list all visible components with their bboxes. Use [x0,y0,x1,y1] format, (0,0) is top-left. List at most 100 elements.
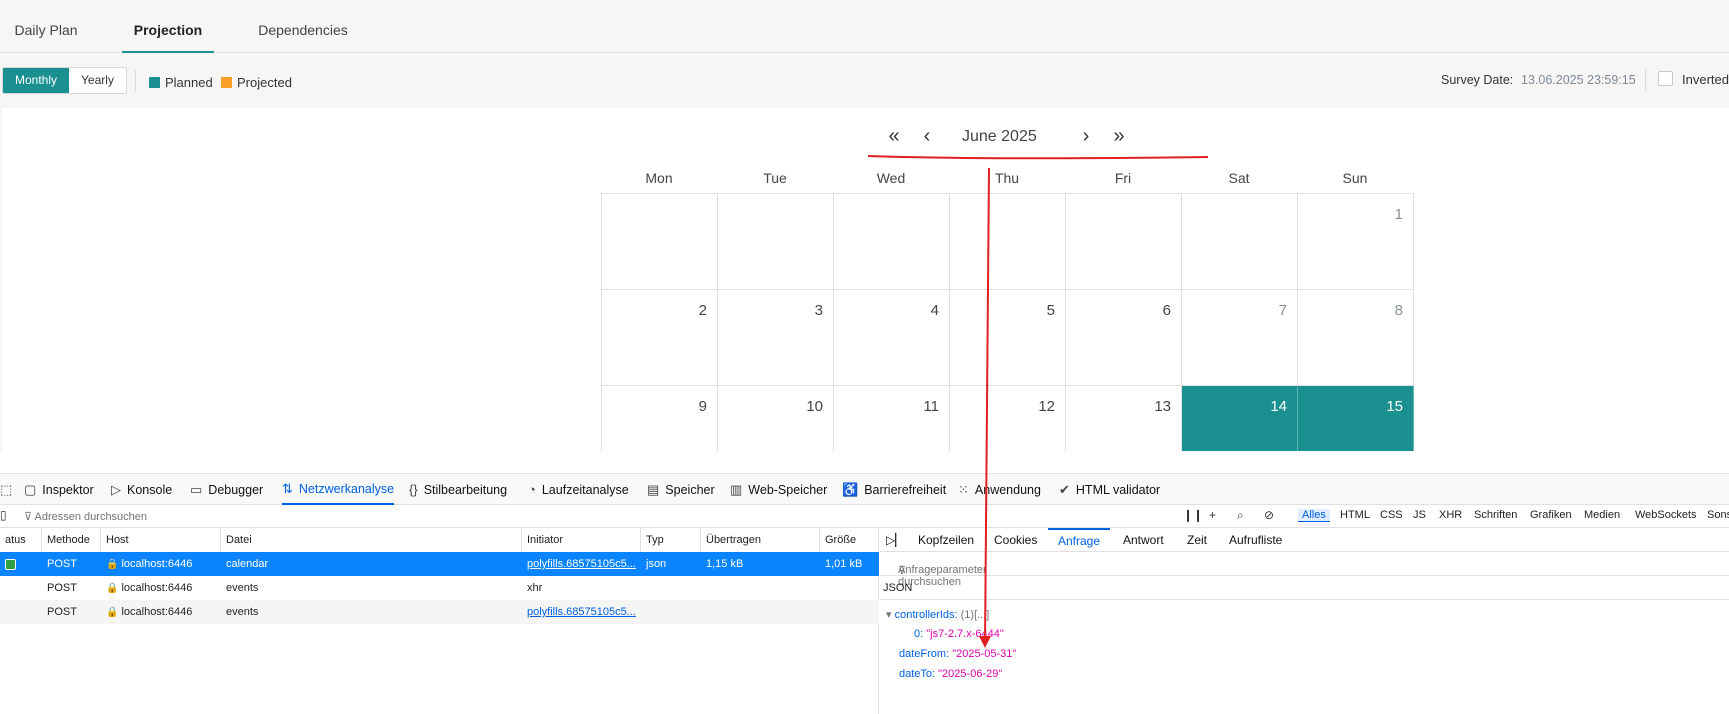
day-cell[interactable]: 5 [950,290,1066,386]
initiator-link[interactable]: polyfills.68575105c5... [522,600,641,624]
inverted-checkbox[interactable] [1658,71,1673,86]
element-picker-icon[interactable]: ⬚ [0,474,18,505]
day-cell[interactable]: 10 [718,386,834,451]
initiator-link[interactable]: polyfills.68575105c5... [522,552,641,576]
tab-netzwerkanalyse[interactable]: ⇅ Netzwerkanalyse [282,474,395,505]
day-cell[interactable]: 7 [1182,290,1298,386]
tab-barrierefreiheit[interactable]: ♿ Barrierefreiheit [842,474,946,505]
day-cell-planned[interactable]: 14 [1182,386,1298,451]
day-number: 1 [1394,206,1403,223]
storage-icon: ▥ [730,481,743,497]
tab-speicher[interactable]: ▤ Speicher [647,474,715,505]
block-icon[interactable]: ⊘ [1264,508,1274,522]
tab-debugger[interactable]: ▭ Debugger [190,474,263,505]
inverted-label: Inverted [1682,72,1729,87]
day-cell[interactable]: 9 [602,386,718,451]
tab-dependencies[interactable]: Dependencies [252,0,354,53]
tab-cookies[interactable]: Cookies [994,528,1037,552]
day-cell-planned[interactable]: 15 [1298,386,1414,451]
day-cell[interactable]: 6 [1066,290,1182,386]
json-row-date-to[interactable]: dateTo: "2025-06-29" [899,668,1002,680]
col-method[interactable]: Methode [42,528,101,552]
day-cell[interactable]: 8 [1298,290,1414,386]
prev-month-button[interactable]: ‹ [917,124,937,148]
tab-anwendung[interactable]: ⁙ Anwendung [958,474,1041,505]
next-year-button[interactable]: » [1109,124,1129,148]
filter-alles[interactable]: Alles [1298,509,1330,522]
day-cell[interactable] [602,194,718,290]
day-cell[interactable]: 13 [1066,386,1182,451]
day-cell[interactable] [834,194,950,290]
tab-label: Barrierefreiheit [864,482,947,497]
plus-icon[interactable]: + [1209,508,1216,522]
day-cell[interactable] [1182,194,1298,290]
tab-projection[interactable]: Projection [122,0,214,53]
filter-sonstige[interactable]: Sons [1703,509,1729,521]
tab-stilbearbeitung[interactable]: {} Stilbearbeitung [409,474,507,505]
yearly-button[interactable]: Yearly [69,68,126,93]
day-cell[interactable]: 1 [1298,194,1414,290]
day-cell[interactable]: 3 [718,290,834,386]
file-cell: calendar [226,558,269,570]
search-icon[interactable]: ⌕ [1237,508,1244,523]
filter-grafiken[interactable]: Grafiken [1526,509,1576,521]
day-cell[interactable]: 11 [834,386,950,451]
col-size[interactable]: Größe [820,528,879,552]
filter-js[interactable]: JS [1409,509,1430,521]
col-initiator[interactable]: Initiator [522,528,641,552]
tab-web-speicher[interactable]: ▥ Web-Speicher [730,474,827,505]
table-row[interactable]: POST 🔒 localhost:6446 events xhr [0,576,879,600]
day-cell[interactable]: 12 [950,386,1066,451]
trash-icon[interactable]: ▯ [0,508,7,522]
url-filter-input[interactable]: ⊽ Adressen durchsuchen [24,510,147,523]
planned-swatch [149,76,160,88]
day-cell[interactable]: 4 [834,290,950,386]
tab-laufzeitanalyse[interactable]: ◔ Laufzeitanalyse [528,474,629,505]
weekday-wed: Wed [876,170,906,186]
day-cell[interactable] [718,194,834,290]
lock-icon: 🔒 [106,559,119,570]
day-cell[interactable]: 2 [602,290,718,386]
survey-date-value: 13.06.2025 23:59:15 [1521,73,1636,87]
json-row-controller-ids[interactable]: ▾ controllerIds: (1)[...] [886,608,989,621]
filter-websockets[interactable]: WebSockets [1631,509,1701,521]
toggle-sidebar-icon[interactable]: ▷▏ [886,528,904,552]
day-cell[interactable] [950,194,1066,290]
tab-html-validator[interactable]: ✔ HTML validator [1059,474,1160,505]
col-file[interactable]: Datei [221,528,522,552]
next-month-button[interactable]: › [1076,124,1096,148]
col-type[interactable]: Typ [641,528,701,552]
debugger-icon: ▭ [190,481,203,497]
filter-css[interactable]: CSS [1376,509,1407,521]
table-row[interactable]: POST 🔒 localhost:6446 calendar polyfills.… [0,552,879,576]
col-transferred[interactable]: Übertragen [701,528,820,552]
tab-aufrufliste[interactable]: Aufrufliste [1229,528,1282,552]
day-number: 4 [930,302,939,319]
filter-schriften[interactable]: Schriften [1470,509,1521,521]
json-row-date-from[interactable]: dateFrom: "2025-05-31" [899,648,1016,660]
table-row[interactable]: POST 🔒 localhost:6446 events polyfills.68… [0,600,879,624]
tab-anfrage[interactable]: Anfrage [1048,528,1111,552]
expand-triangle-icon[interactable]: ▾ [886,609,895,621]
filter-html[interactable]: HTML [1336,509,1374,521]
pause-icon[interactable]: ❙❙ [1183,508,1203,522]
projected-swatch [221,76,232,88]
tab-kopfzeilen[interactable]: Kopfzeilen [918,528,974,552]
filter-xhr[interactable]: XHR [1435,509,1466,521]
tab-zeit[interactable]: Zeit [1187,528,1207,552]
col-status[interactable]: atus [0,528,42,552]
day-cell[interactable] [1066,194,1182,290]
tab-konsole[interactable]: ▷ Konsole [111,474,172,505]
tab-inspektor[interactable]: ▢ Inspektor [24,474,94,505]
param-filter-input[interactable]: ⊽ Anfrageparameter durchsuchen [880,552,1729,588]
json-row-item[interactable]: 0: "js7-2.7.x-6444" [914,628,1004,640]
calendar-week: 1 [602,194,1414,290]
prev-year-button[interactable]: « [884,124,904,148]
calendar-title: June 2025 [962,128,1037,145]
monthly-button[interactable]: Monthly [3,68,70,93]
filter-medien[interactable]: Medien [1580,509,1624,521]
json-value: "2025-06-29" [938,668,1003,680]
tab-antwort[interactable]: Antwort [1123,528,1164,552]
col-host[interactable]: Host [101,528,221,552]
tab-daily-plan[interactable]: Daily Plan [0,0,92,53]
